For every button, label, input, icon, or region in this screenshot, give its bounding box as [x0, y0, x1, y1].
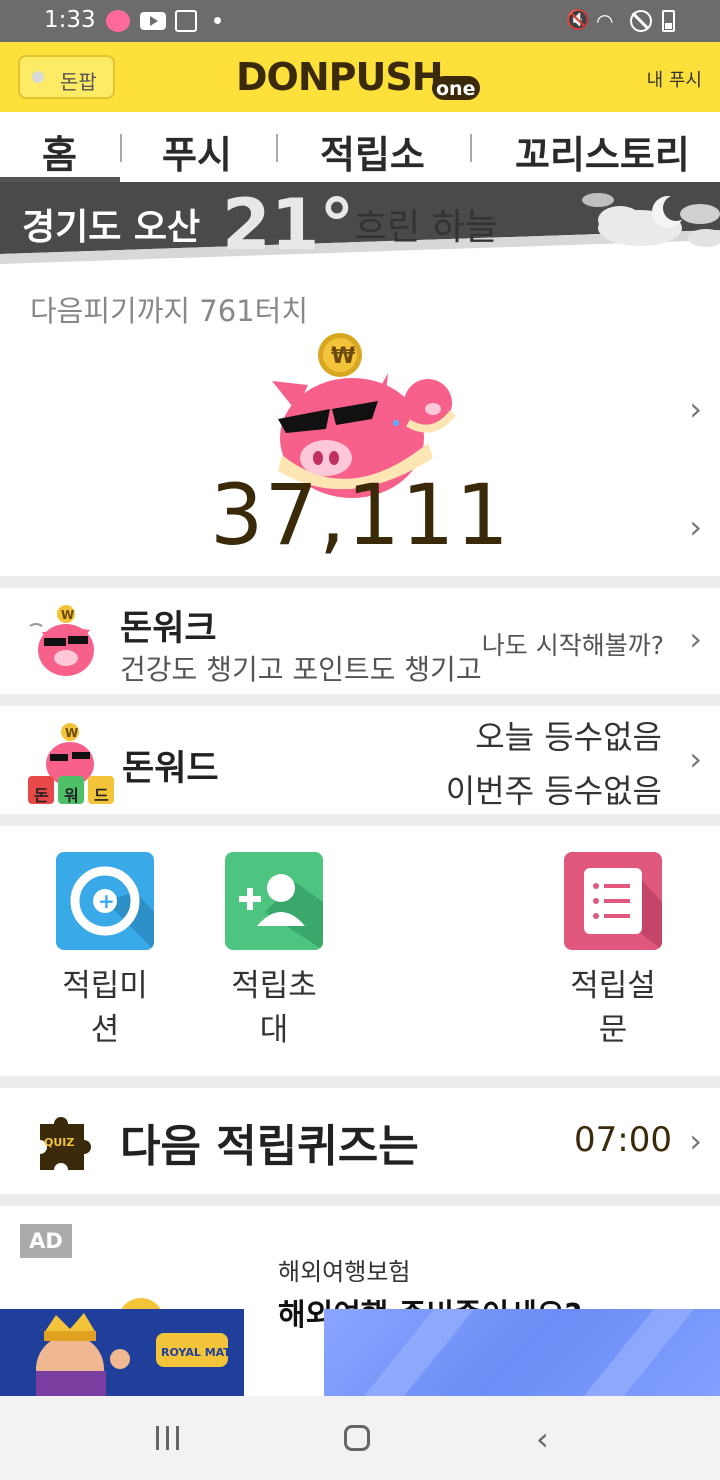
grid-item-survey[interactable]: 적립설문 [533, 852, 693, 1052]
system-navigation-bar: ‹ [0, 1396, 720, 1480]
donwalk-subtitle: 건강도 챙기고 포인트도 챙기고 [120, 653, 482, 686]
banner-text: ROYAL MATCH! [161, 1346, 244, 1359]
tab-home[interactable]: 홈 [42, 124, 77, 179]
tab-divider [470, 134, 472, 162]
donword-tile: 워 [64, 786, 79, 805]
grid-label-survey: 적립설문 [570, 968, 656, 1048]
grid-item-invite[interactable]: 적립초대 [194, 852, 354, 1052]
donwalk-pig-icon: W [29, 605, 94, 676]
more-notifications-icon [214, 17, 221, 24]
ad-badge: AD [20, 1224, 72, 1258]
chevron-right-icon: › [689, 740, 702, 778]
donwalk-title: 돈워크 [120, 609, 217, 649]
ad-category: 해외여행보험 [278, 1258, 411, 1286]
home-icon[interactable] [344, 1425, 370, 1451]
donpop-toggle[interactable]: 돈팝 [18, 55, 115, 99]
donword-week-rank: 이번주 등수없음 [445, 772, 662, 810]
app-header: 돈팝 DONPUSH one 내 푸시 [0, 42, 720, 112]
svg-text:+: + [98, 889, 115, 913]
tab-push[interactable]: 푸시 [162, 124, 232, 179]
weather-description: 흐린 하늘 [354, 207, 498, 248]
points-total: 37,111 [210, 466, 510, 564]
donpush-notification-icon [106, 10, 130, 32]
donword-row[interactable]: W 돈 워 드 돈워드 오늘 등수없음 이번주 등수없음 › [0, 706, 720, 814]
grid-label-mission: 적립미션 [62, 968, 148, 1048]
youtube-notification-icon [140, 12, 166, 30]
chevron-right-icon: › [689, 390, 702, 428]
do-not-disturb-icon [630, 10, 652, 32]
donpop-label: 돈팝 [60, 70, 97, 94]
quiz-puzzle-icon: QUIZ [40, 1117, 91, 1170]
back-icon[interactable]: ‹ [536, 1420, 549, 1458]
chevron-right-icon: › [689, 620, 702, 658]
recent-apps-icon[interactable] [156, 1426, 182, 1450]
logo-suffix: one [436, 78, 475, 100]
mute-icon: 🔇 [566, 9, 590, 31]
donwalk-row[interactable]: W 돈워크 건강도 챙기고 포인트도 챙기고 나도 시작해볼까? › [0, 588, 720, 694]
donword-tile: 드 [94, 786, 109, 805]
svg-text:₩: ₩ [331, 344, 355, 369]
svg-text:W: W [61, 608, 74, 622]
quiz-time: 07:00 [574, 1120, 672, 1160]
donword-title: 돈워드 [122, 749, 219, 789]
weather-location: 경기도 오산 [22, 207, 201, 248]
status-bar: 1:33 🔇 ◠ [0, 0, 720, 42]
gallery-notification-icon [175, 10, 197, 32]
weather-temperature: 21° [222, 184, 355, 266]
battery-icon [662, 10, 675, 32]
main-tabs: 홈 푸시 적립소 꼬리스토리 [0, 112, 720, 182]
chevron-right-icon: › [689, 508, 702, 546]
logo-text: DONPUSH [236, 55, 443, 99]
grid-label-invite: 적립초대 [231, 968, 317, 1048]
piggy-points-card[interactable]: 다음피기까지 761터치 ₩ › 37,111 › [0, 268, 720, 576]
quiz-row[interactable]: QUIZ 다음 적립퀴즈는 07:00 › [0, 1088, 720, 1194]
wifi-icon: ◠ [596, 9, 614, 33]
donwalk-cta: 나도 시작해볼까? [481, 631, 664, 660]
weather-banner[interactable]: 경기도 오산 21° 흐린 하늘 [0, 182, 720, 268]
status-time: 1:33 [44, 7, 96, 33]
tab-savings[interactable]: 적립소 [320, 124, 425, 179]
quiz-badge: QUIZ [44, 1136, 74, 1149]
savings-grid: + 적립미션 적립초대 적립설문 [0, 826, 720, 1076]
blue-promo-banner[interactable] [324, 1309, 720, 1396]
target-icon: + [56, 852, 154, 950]
chevron-right-icon: › [689, 1122, 702, 1160]
grid-item-mission[interactable]: + 적립미션 [25, 852, 185, 1052]
next-pig-counter: 다음피기까지 761터치 [30, 294, 309, 328]
donword-today-rank: 오늘 등수없음 [475, 718, 662, 756]
list-icon [564, 852, 662, 950]
tab-tail-story[interactable]: 꼬리스토리 [515, 124, 690, 179]
tab-divider [276, 134, 278, 162]
add-person-icon [225, 852, 323, 950]
my-push-link[interactable]: 내 푸시 [647, 66, 702, 92]
svg-text:W: W [65, 726, 78, 740]
toggle-dot-icon [32, 71, 44, 83]
royal-match-banner[interactable]: ROYAL MATCH! [0, 1309, 244, 1396]
quiz-title: 다음 적립퀴즈는 [120, 1121, 419, 1172]
donword-tile: 돈 [34, 786, 49, 805]
donpush-logo: DONPUSH one [236, 55, 480, 100]
tab-divider [120, 134, 122, 162]
